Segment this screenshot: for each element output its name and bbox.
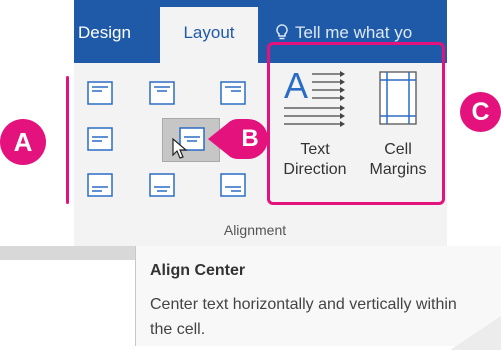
tooltip-title: Align Center: [150, 262, 246, 279]
align-top-right-button[interactable]: [216, 78, 250, 110]
tab-design[interactable]: Design: [78, 14, 131, 63]
cell-margins-label-line1: Cell: [384, 141, 412, 158]
text-direction-button[interactable]: A: [280, 64, 350, 130]
lightbulb-icon: [275, 16, 289, 40]
callout-c-badge: C: [460, 92, 501, 132]
callout-a-bracket: [66, 76, 69, 204]
page-corner-decoration: [450, 316, 501, 350]
align-top-center-icon: [149, 81, 175, 105]
align-top-left-icon: [87, 81, 113, 105]
align-bottom-left-button[interactable]: [83, 170, 117, 202]
text-direction-label-line1: Text: [300, 141, 330, 158]
text-direction-label-line2: Direction: [283, 161, 347, 178]
cell-margins-label-line2: Margins: [369, 161, 427, 178]
align-top-right-icon: [220, 81, 246, 105]
align-bottom-center-button[interactable]: [145, 170, 179, 202]
tab-layout[interactable]: Layout: [160, 7, 258, 63]
align-top-center-button[interactable]: [145, 78, 179, 110]
align-bottom-right-icon: [220, 173, 246, 197]
align-center-left-button[interactable]: [83, 124, 117, 156]
align-bottom-right-button[interactable]: [216, 170, 250, 202]
cell-margins-icon: [379, 71, 417, 125]
svg-text:A: A: [284, 65, 308, 106]
tooltip-body: Center text horizontally and vertically …: [150, 296, 457, 338]
callout-b-label: B: [241, 125, 259, 152]
align-center-left-icon: [87, 127, 113, 151]
text-direction-icon: A: [284, 65, 345, 127]
alignment-group-label: Alignment: [223, 222, 287, 238]
tell-me-text: Tell me what yo: [295, 23, 413, 42]
align-top-left-button[interactable]: [83, 78, 117, 110]
align-bottom-left-icon: [87, 173, 113, 197]
callout-a-badge: A: [0, 119, 46, 165]
mouse-pointer-icon: [172, 137, 188, 160]
cell-margins-button[interactable]: [370, 64, 426, 130]
align-bottom-center-icon: [149, 173, 175, 197]
